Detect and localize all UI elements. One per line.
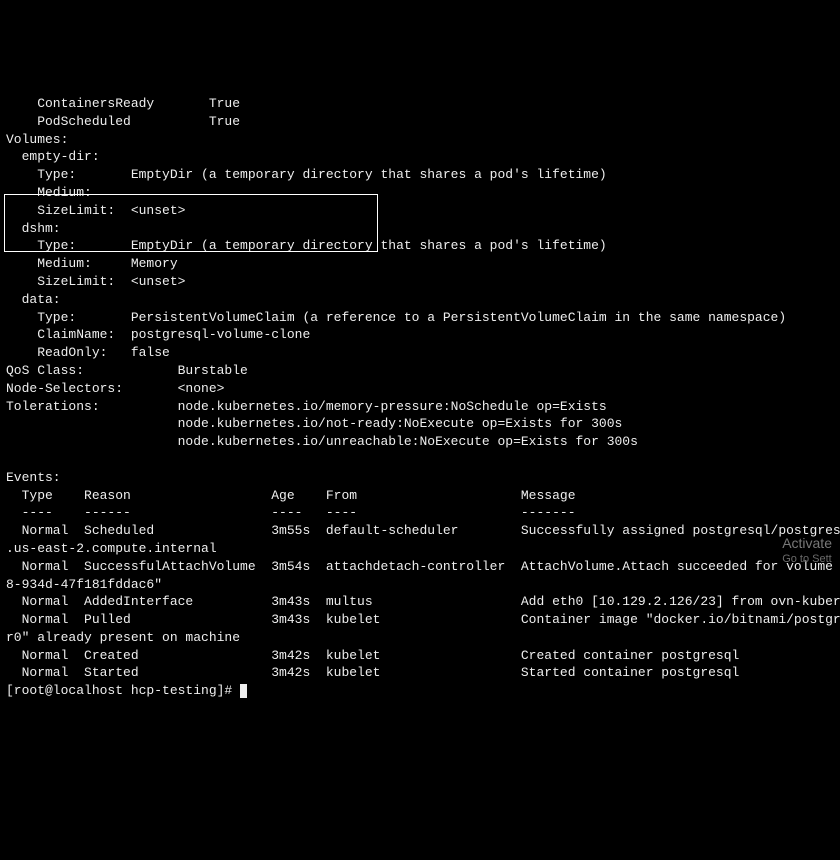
line: data: (6, 292, 61, 307)
line: empty-dir: (6, 149, 100, 164)
line: Normal Created 3m42s kubelet Created con… (6, 648, 739, 663)
line: Medium: (6, 185, 92, 200)
line: node.kubernetes.io/unreachable:NoExecute… (6, 434, 638, 449)
line: Type Reason Age From Message (6, 488, 576, 503)
line: Type: PersistentVolumeClaim (a reference… (6, 310, 786, 325)
watermark-sub: Go to Sett (782, 552, 832, 566)
line: ReadOnly: false (6, 345, 170, 360)
line: PodScheduled True (6, 114, 240, 129)
line: ClaimName: postgresql-volume-clone (6, 327, 310, 342)
line: Normal Scheduled 3m55s default-scheduler… (6, 523, 840, 538)
line: QoS Class: Burstable (6, 363, 248, 378)
line: Normal Pulled 3m43s kubelet Container im… (6, 612, 840, 627)
watermark-title: Activate (782, 534, 832, 552)
line: Medium: Memory (6, 256, 178, 271)
activate-windows-watermark: Activate Go to Sett (782, 534, 832, 566)
cursor-icon (240, 684, 247, 698)
line: ContainersReady True (6, 96, 240, 111)
line: SizeLimit: <unset> (6, 203, 185, 218)
line: 8-934d-47f181fddac6" (6, 577, 162, 592)
line: Normal Started 3m42s kubelet Started con… (6, 665, 739, 680)
line: r0" already present on machine (6, 630, 240, 645)
line: dshm: (6, 221, 61, 236)
line: Events: (6, 470, 61, 485)
line: Type: EmptyDir (a temporary directory th… (6, 167, 607, 182)
line: Normal AddedInterface 3m43s multus Add e… (6, 594, 840, 609)
line: Node-Selectors: <none> (6, 381, 224, 396)
line: .us-east-2.compute.internal (6, 541, 217, 556)
line: node.kubernetes.io/not-ready:NoExecute o… (6, 416, 622, 431)
terminal-output: ContainersReady True PodScheduled True V… (6, 77, 834, 700)
line: SizeLimit: <unset> (6, 274, 185, 289)
line: Type: EmptyDir (a temporary directory th… (6, 238, 607, 253)
line: Normal SuccessfulAttachVolume 3m54s atta… (6, 559, 840, 574)
prompt-line[interactable]: [root@localhost hcp-testing]# (6, 683, 240, 698)
line: Tolerations: node.kubernetes.io/memory-p… (6, 399, 607, 414)
line: ---- ------ ---- ---- ------- (6, 505, 576, 520)
line: Volumes: (6, 132, 68, 147)
